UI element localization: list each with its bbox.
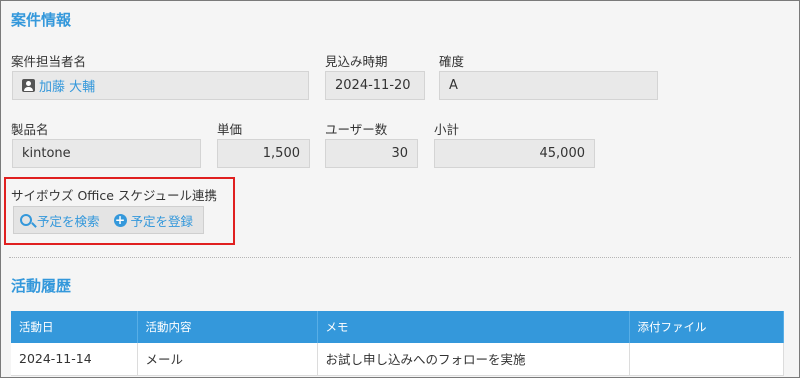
owner-label: 案件担当者名 (11, 54, 87, 69)
subtotal-field: 45,000 (434, 139, 595, 168)
users-field: 30 (325, 139, 418, 168)
register-schedule-button[interactable]: + 予定を登録 (113, 211, 194, 230)
product-label: 製品名 (11, 122, 49, 137)
section-divider (9, 257, 791, 258)
column-header-date[interactable]: 活動日 (11, 311, 138, 343)
column-header-memo[interactable]: メモ (317, 311, 630, 343)
history-title: 活動履歴 (11, 277, 72, 295)
unit-price-field: 1,500 (217, 139, 310, 168)
schedule-label: サイボウズ Office スケジュール連携 (11, 188, 218, 203)
history-table: 活動日 活動内容 メモ 添付ファイル 2024-11-14 メール お試し申し込… (11, 311, 784, 376)
certainty-value: A (449, 78, 458, 93)
register-schedule-label: 予定を登録 (130, 213, 194, 229)
owner-user-link[interactable]: 加藤 大輔 (22, 76, 95, 95)
table-row[interactable]: 2024-11-14 メール お試し申し込みへのフォローを実施 (11, 343, 784, 376)
cell-attachment (629, 343, 784, 376)
column-header-activity[interactable]: 活動内容 (137, 311, 318, 343)
plus-circle-icon: + (113, 212, 127, 227)
history-header-row: 活動日 活動内容 メモ 添付ファイル (11, 311, 784, 343)
case-info-title: 案件情報 (11, 11, 72, 29)
certainty-field: A (439, 71, 658, 100)
owner-name[interactable]: 加藤 大輔 (39, 76, 95, 95)
cell-memo: お試し申し込みへのフォローを実施 (317, 343, 630, 376)
user-icon (22, 79, 35, 92)
search-schedule-label: 予定を検索 (37, 213, 100, 229)
subtotal-value: 45,000 (539, 146, 586, 161)
product-field: kintone (12, 139, 201, 168)
search-schedule-button[interactable]: 予定を検索 (20, 211, 100, 230)
cell-activity: メール (137, 343, 318, 376)
users-value: 30 (391, 146, 408, 161)
subtotal-label: 小計 (434, 122, 460, 137)
certainty-label: 確度 (439, 54, 465, 69)
column-header-attachment[interactable]: 添付ファイル (629, 311, 784, 343)
search-icon (20, 214, 32, 226)
forecast-label: 見込み時期 (325, 54, 388, 69)
unit-price-label: 単価 (217, 122, 243, 137)
users-label: ユーザー数 (325, 122, 388, 137)
app-frame: 案件情報 案件担当者名 加藤 大輔 見込み時期 2024-11-20 確度 A … (0, 0, 800, 378)
schedule-button-group: 予定を検索 + 予定を登録 (13, 206, 204, 234)
forecast-field: 2024-11-20 (325, 71, 425, 100)
owner-field: 加藤 大輔 (12, 71, 309, 100)
unit-price-value: 1,500 (262, 146, 300, 161)
forecast-value: 2024-11-20 (335, 78, 411, 93)
cell-date: 2024-11-14 (11, 343, 138, 376)
product-value: kintone (22, 146, 71, 161)
